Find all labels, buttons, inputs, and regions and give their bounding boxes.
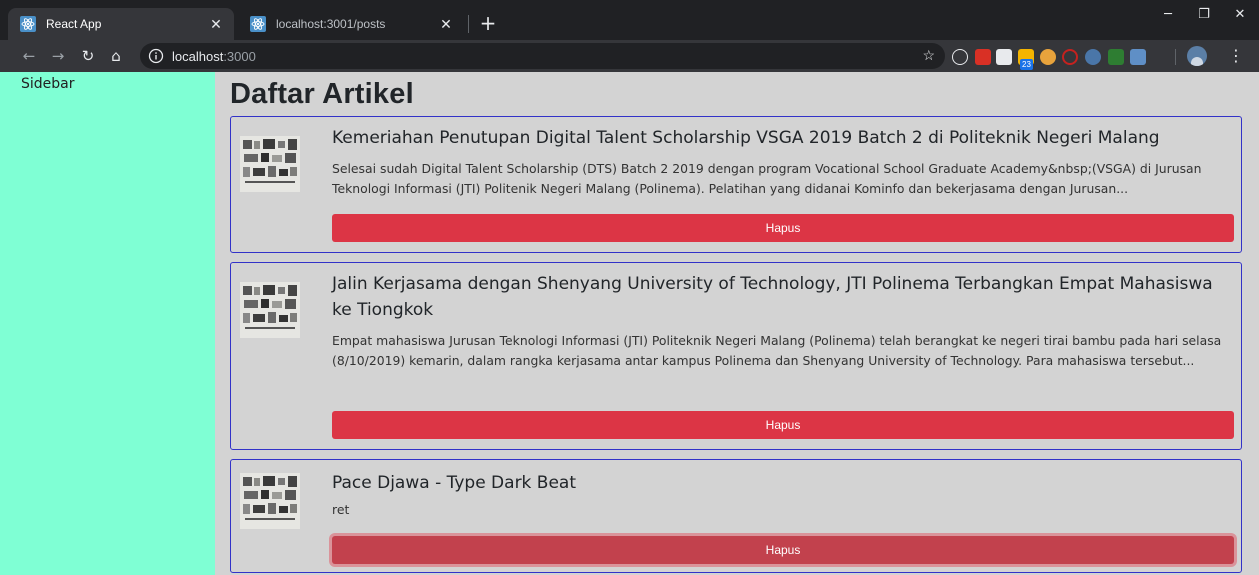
tab-posts[interactable]: localhost:3001/posts ✕: [238, 8, 464, 40]
url-port: :3000: [223, 48, 256, 64]
delete-button[interactable]: Hapus: [332, 536, 1234, 564]
tab-separator: [468, 15, 469, 33]
extension-pdf-icon[interactable]: [975, 49, 991, 65]
article-title: Kemeriahan Penutupan Digital Talent Scho…: [332, 128, 1160, 148]
info-icon: [148, 48, 164, 64]
more-menu-icon[interactable]: ⋮: [1226, 46, 1246, 66]
delete-button[interactable]: Hapus: [332, 411, 1234, 439]
page-viewport: Sidebar Daftar Artikel Kemeriahan Penutu…: [0, 72, 1259, 575]
article-title: Jalin Kerjasama dengan Shenyang Universi…: [332, 274, 1213, 320]
react-favicon-icon: [20, 16, 36, 32]
browser-tab-strip: React App ✕ localhost:3001/posts ✕ + ─ ❐…: [0, 0, 1259, 40]
article-card: Jalin Kerjasama dengan Shenyang Universi…: [230, 262, 1242, 450]
article-title: Pace Djawa - Type Dark Beat: [332, 473, 577, 493]
tab-close-icon[interactable]: ✕: [438, 16, 454, 33]
extension-puzzle-icon[interactable]: [1108, 49, 1124, 65]
sidebar: Sidebar: [0, 72, 215, 575]
address-bar[interactable]: localhost:3000 ☆: [140, 43, 945, 69]
delete-button[interactable]: Hapus: [332, 214, 1234, 242]
tab-title: localhost:3001/posts: [276, 17, 386, 31]
new-tab-plus-icon[interactable]: +: [476, 12, 500, 36]
article-thumbnail: [240, 136, 300, 192]
article-body: Pace Djawa - Type Dark Beat ret: [332, 470, 1234, 520]
extension-s-icon[interactable]: [996, 49, 1012, 65]
react-favicon-icon: [250, 16, 266, 32]
url-host: localhost: [172, 48, 224, 64]
home-icon[interactable]: ⌂: [104, 44, 128, 68]
restore-icon[interactable]: ❐: [1186, 0, 1222, 32]
main-content: Daftar Artikel Kemeriahan Penutupan Digi…: [221, 72, 1247, 575]
profile-avatar[interactable]: [1187, 46, 1207, 66]
article-excerpt: Selesai sudah Digital Talent Scholarship…: [332, 161, 1202, 196]
article-body: Kemeriahan Penutupan Digital Talent Scho…: [332, 125, 1234, 199]
article-body: Jalin Kerjasama dengan Shenyang Universi…: [332, 271, 1234, 371]
page-title: Daftar Artikel: [230, 78, 414, 110]
article-card: Pace Djawa - Type Dark Beat ret Hapus: [230, 459, 1242, 573]
extension-other-icon[interactable]: [1130, 49, 1146, 65]
article-excerpt: ret: [332, 502, 350, 517]
extension-w-icon[interactable]: [952, 49, 968, 65]
window-close-icon[interactable]: ✕: [1222, 0, 1258, 32]
extension-cookie-icon[interactable]: [1040, 49, 1056, 65]
extension-badge: 23: [1020, 59, 1033, 70]
reload-icon[interactable]: ↻: [76, 44, 100, 68]
article-card: Kemeriahan Penutupan Digital Talent Scho…: [230, 116, 1242, 253]
minimize-icon[interactable]: ─: [1150, 0, 1186, 32]
extension-opera-icon[interactable]: [1062, 49, 1078, 65]
tab-title: React App: [46, 17, 102, 31]
toolbar-separator: [1175, 49, 1176, 65]
article-excerpt: Empat mahasiswa Jurusan Teknologi Inform…: [332, 333, 1222, 368]
sidebar-label: Sidebar: [21, 76, 75, 92]
tab-close-icon[interactable]: ✕: [208, 16, 224, 33]
article-thumbnail: [240, 282, 300, 338]
tab-react-app[interactable]: React App ✕: [8, 8, 234, 40]
extension-vk-icon[interactable]: [1085, 49, 1101, 65]
browser-toolbar: ← → ↻ ⌂ localhost:3000 ☆ 23 ⋮: [0, 40, 1259, 72]
bookmark-star-icon[interactable]: ☆: [922, 47, 935, 64]
back-arrow-icon[interactable]: ←: [17, 44, 41, 68]
article-thumbnail: [240, 473, 300, 529]
forward-arrow-icon[interactable]: →: [46, 44, 70, 68]
